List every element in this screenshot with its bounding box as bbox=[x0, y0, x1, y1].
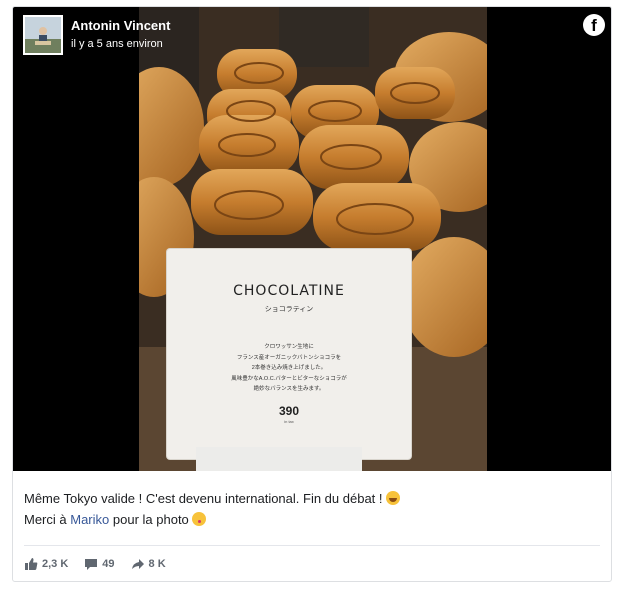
engagement-bar: 2,3 K 49 8 K bbox=[24, 555, 182, 573]
comment-icon bbox=[85, 559, 98, 570]
caption-text: Même Tokyo valide ! C'est devenu interna… bbox=[24, 491, 383, 506]
sign-body-line: フランス産オーガニックバトンショコラを bbox=[236, 354, 342, 361]
post-caption: Même Tokyo valide ! C'est devenu interna… bbox=[24, 488, 604, 530]
price-sign: CHOCOLATINE ショコラティン クロワッサン生地に フランス産オーガニッ… bbox=[167, 249, 411, 459]
sign-body-line: 2本巻き込み焼き上げました。 bbox=[251, 365, 327, 371]
sign-subtitle: ショコラティン bbox=[264, 306, 314, 313]
shares-count: 8 K bbox=[148, 558, 166, 570]
avatar-image bbox=[25, 17, 61, 53]
divider bbox=[24, 545, 600, 546]
sign-body-line: 風味豊かなA.O.C.バターとビターなショコラが bbox=[231, 375, 347, 382]
grinning-emoji-icon bbox=[386, 491, 401, 505]
sign-stand bbox=[196, 447, 362, 471]
post-timestamp[interactable]: il y a 5 ans environ bbox=[71, 38, 163, 50]
sign-body-line: 絶妙なバランスを生みます。 bbox=[253, 386, 325, 392]
post-photo: CHOCOLATINE ショコラティン クロワッサン生地に フランス産オーガニッ… bbox=[139, 7, 487, 471]
share-arrow-icon bbox=[131, 559, 144, 569]
comments-count: 49 bbox=[102, 558, 115, 570]
kiss-emoji-icon bbox=[192, 512, 207, 526]
avatar[interactable] bbox=[23, 15, 63, 55]
thumbs-up-icon bbox=[25, 558, 38, 570]
mention-link[interactable]: Mariko bbox=[70, 512, 109, 527]
likes-stat[interactable]: 2,3 K bbox=[24, 557, 68, 571]
caption-text: pour la photo bbox=[112, 512, 189, 527]
author-name[interactable]: Antonin Vincent bbox=[71, 18, 170, 33]
sign-description: クロワッサン生地に フランス産オーガニックバトンショコラを 2本巻き込み焼き上げ… bbox=[203, 342, 375, 395]
facebook-post-card: CHOCOLATINE ショコラティン クロワッサン生地に フランス産オーガニッ… bbox=[12, 6, 612, 582]
shares-stat[interactable]: 8 K bbox=[131, 557, 166, 571]
caption-text: Merci à bbox=[24, 512, 67, 527]
comments-stat[interactable]: 49 bbox=[84, 557, 115, 571]
post-media[interactable]: CHOCOLATINE ショコラティン クロワッサン生地に フランス産オーガニッ… bbox=[13, 7, 611, 471]
sign-tax-note: in tax bbox=[284, 419, 294, 424]
sign-price: 390 bbox=[278, 404, 300, 418]
caption-line: Merci à Mariko pour la photo bbox=[24, 509, 604, 530]
sign-title: CHOCOLATINE bbox=[233, 283, 345, 299]
facebook-icon[interactable]: f bbox=[583, 14, 605, 36]
caption-line: Même Tokyo valide ! C'est devenu interna… bbox=[24, 488, 604, 509]
sign-body-line: クロワッサン生地に bbox=[264, 344, 314, 350]
likes-count: 2,3 K bbox=[42, 558, 69, 570]
